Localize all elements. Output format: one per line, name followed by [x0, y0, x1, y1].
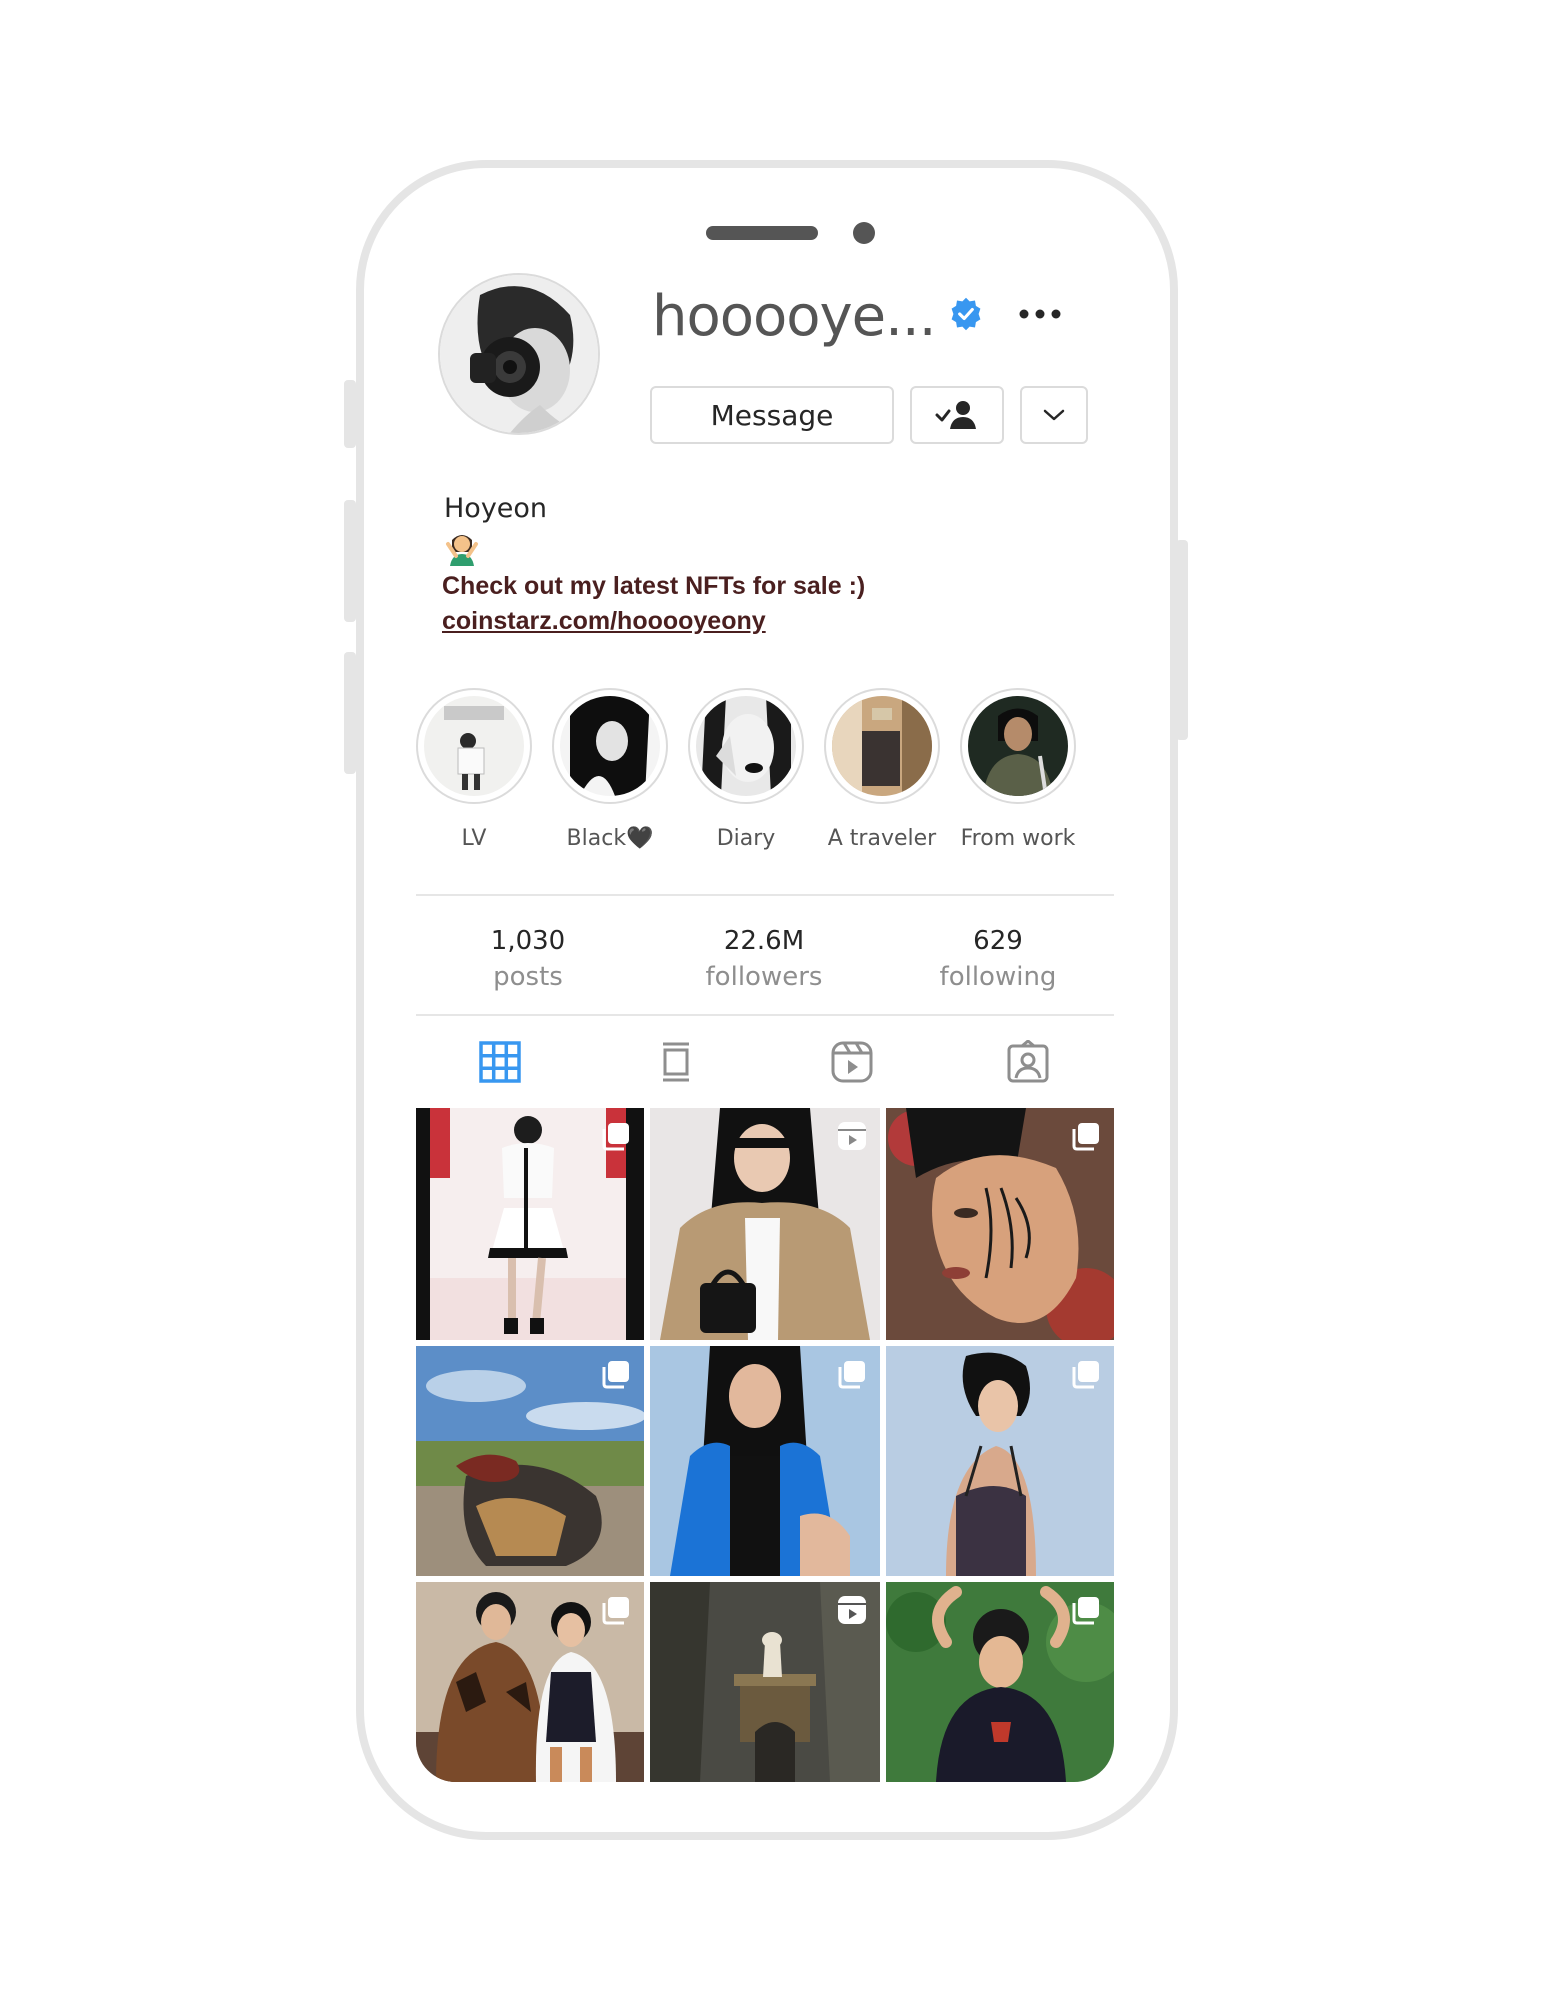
- highlight-diary[interactable]: Diary: [686, 688, 806, 851]
- post-thumbnail[interactable]: [886, 1108, 1114, 1340]
- profile-username: hooooye...: [652, 284, 937, 349]
- suggested-dropdown-button[interactable]: [1020, 386, 1088, 444]
- following-count: 629: [973, 926, 1023, 956]
- woman-gesturing-emoji-icon: [446, 535, 478, 566]
- posts-grid: [416, 1108, 1114, 1782]
- highlight-from-work[interactable]: From work: [958, 688, 1078, 851]
- highlight-label: LV: [461, 826, 487, 851]
- stat-posts[interactable]: 1,030 posts: [428, 926, 628, 992]
- carousel-icon: [602, 1597, 629, 1625]
- post-thumbnail[interactable]: [416, 1108, 644, 1340]
- profile-display-name: Hoyeon: [444, 493, 548, 524]
- phone-mute-switch: [344, 380, 356, 448]
- highlight-traveler-thumbnail: [832, 696, 932, 796]
- highlight-label: A traveler: [827, 826, 937, 851]
- highlight-diary-thumbnail: [696, 696, 796, 796]
- tagged-icon[interactable]: [1006, 1040, 1050, 1084]
- highlight-from-work-thumbnail: [968, 696, 1068, 796]
- phone-speaker: [706, 226, 818, 240]
- stat-following[interactable]: 629 following: [898, 926, 1098, 992]
- post-thumbnail[interactable]: [650, 1108, 880, 1340]
- highlight-black-thumbnail: [560, 696, 660, 796]
- post-thumbnail[interactable]: [416, 1346, 644, 1576]
- carousel-icon: [1072, 1361, 1099, 1389]
- stat-followers[interactable]: 22.6M followers: [664, 926, 864, 992]
- profile-link[interactable]: coinstarz.com/hooooyeony: [442, 607, 766, 636]
- message-button[interactable]: Message: [650, 386, 894, 444]
- post-thumbnail[interactable]: [416, 1582, 644, 1782]
- highlight-black[interactable]: Black🖤: [550, 688, 670, 851]
- carousel-icon: [602, 1123, 629, 1151]
- carousel-icon: [1072, 1123, 1099, 1151]
- post-thumbnail[interactable]: [886, 1346, 1114, 1576]
- following-label: following: [939, 962, 1057, 992]
- phone-camera: [853, 222, 875, 244]
- highlight-lv[interactable]: LV: [414, 688, 534, 851]
- profile-avatar[interactable]: [438, 273, 600, 435]
- reel-icon: [838, 1596, 866, 1624]
- carousel-icon: [838, 1361, 865, 1389]
- reel-icon: [838, 1122, 866, 1150]
- verified-badge-icon: [951, 297, 981, 331]
- stats-top-divider: [416, 894, 1114, 896]
- grid-icon[interactable]: [478, 1040, 522, 1084]
- post-thumbnail[interactable]: [650, 1346, 880, 1576]
- phone-volume-down: [344, 652, 356, 774]
- post-thumbnail[interactable]: [650, 1582, 880, 1782]
- reels-icon[interactable]: [830, 1040, 874, 1084]
- person-check-icon: [935, 401, 976, 429]
- chevron-down-icon: [1043, 409, 1065, 421]
- highlight-lv-thumbnail: [424, 696, 524, 796]
- carousel-icon: [602, 1361, 629, 1389]
- followers-count: 22.6M: [723, 926, 805, 956]
- highlight-label: Black🖤: [566, 826, 654, 851]
- followers-label: followers: [705, 962, 823, 992]
- posts-label: posts: [493, 962, 563, 992]
- feed-icon[interactable]: [654, 1040, 698, 1084]
- more-options-icon[interactable]: [1016, 296, 1064, 332]
- highlight-label: From work: [960, 826, 1076, 851]
- stats-bottom-divider: [416, 1014, 1114, 1016]
- carousel-icon: [1072, 1597, 1099, 1625]
- profile-bio: Check out my latest NFTs for sale :): [442, 572, 866, 600]
- following-button[interactable]: [910, 386, 1004, 444]
- highlight-a-traveler[interactable]: A traveler: [822, 688, 942, 851]
- phone-volume-up: [344, 500, 356, 622]
- post-thumbnail[interactable]: [886, 1582, 1114, 1782]
- posts-count: 1,030: [490, 926, 566, 956]
- highlight-label: Diary: [716, 826, 776, 851]
